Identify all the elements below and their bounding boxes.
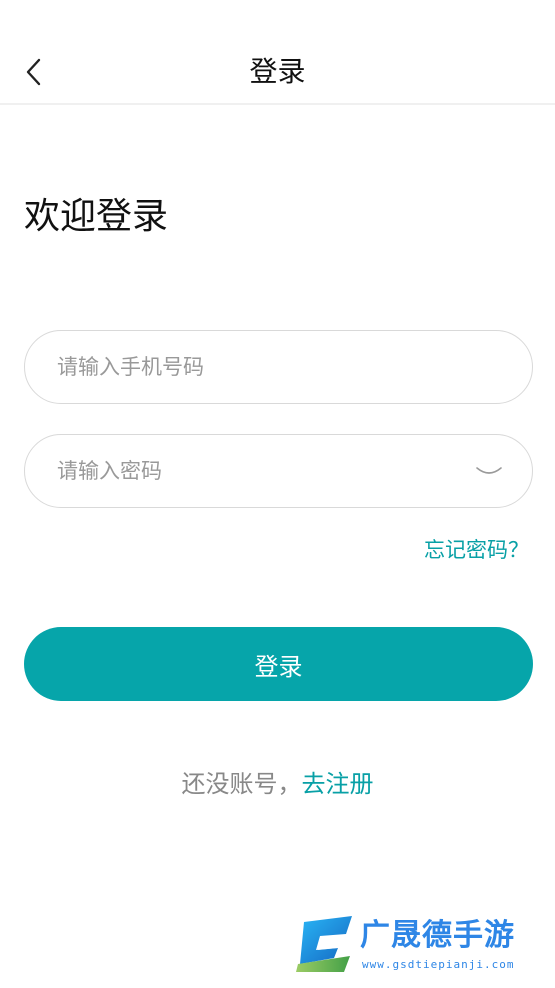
forgot-password-link[interactable]: 忘记密码？	[424, 534, 529, 566]
watermark-logo-icon	[296, 916, 352, 972]
password-visibility-toggle[interactable]	[472, 457, 506, 485]
phone-field	[24, 330, 533, 404]
page-title: 登录	[249, 55, 306, 88]
phone-input[interactable]	[57, 331, 457, 402]
watermark-name: 广晟德手游	[360, 918, 515, 953]
welcome-heading: 欢迎登录	[24, 196, 169, 237]
app-header: 登录	[0, 0, 555, 105]
register-row: 还没账号，去注册	[0, 766, 555, 802]
password-input[interactable]	[57, 435, 457, 506]
watermark-url: www.gsdtiepianji.com	[362, 958, 515, 971]
eye-closed-icon	[476, 467, 502, 474]
password-field	[24, 434, 533, 508]
register-link[interactable]: 去注册	[302, 770, 374, 798]
register-prompt: 还没账号，	[181, 770, 302, 798]
watermark: 广晟德手游 www.gsdtiepianji.com	[294, 912, 552, 976]
login-button[interactable]: 登录	[24, 627, 533, 701]
